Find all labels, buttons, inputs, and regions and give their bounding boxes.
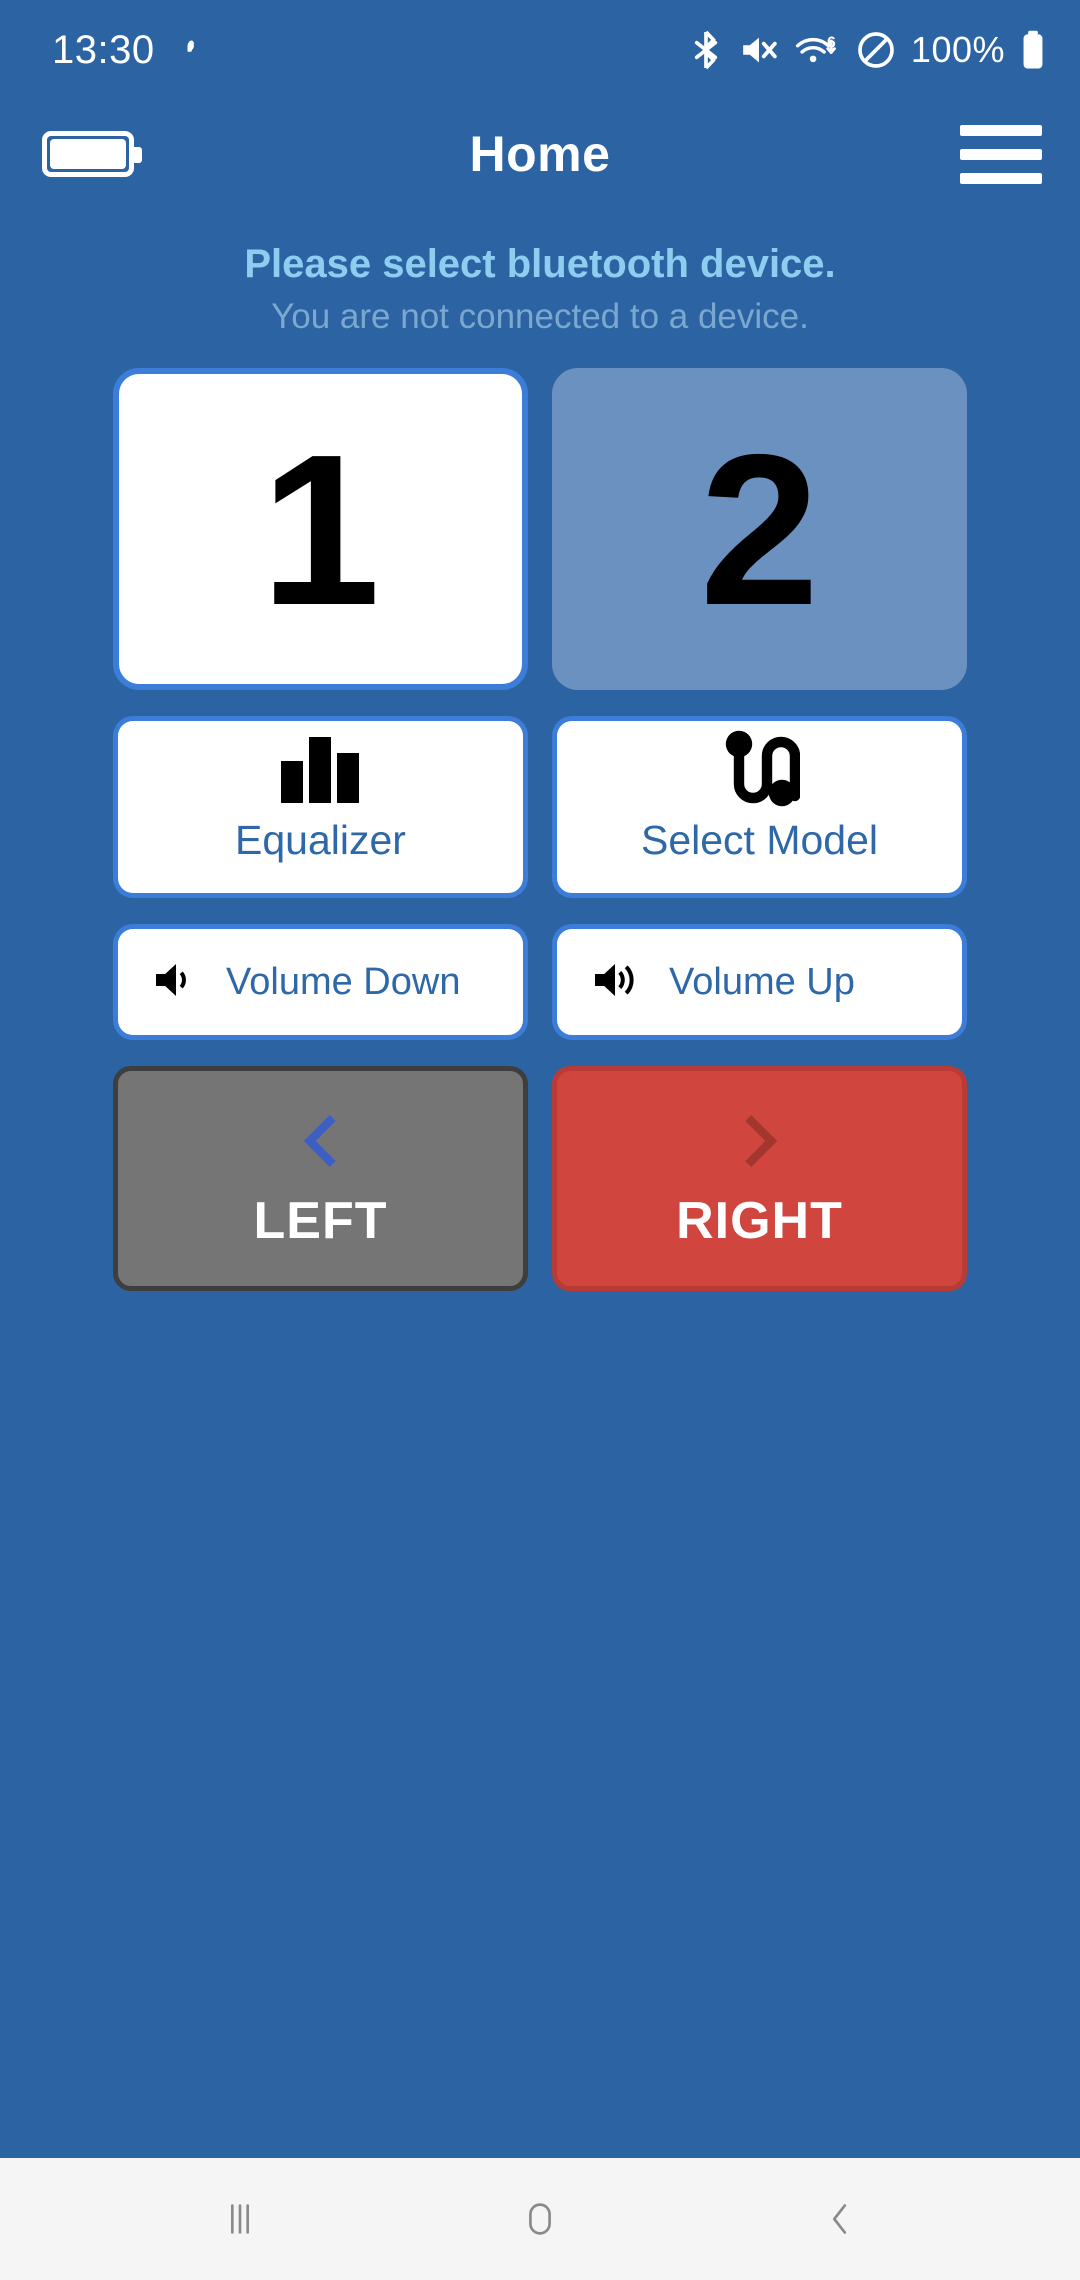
status-bar-right: 6 100% [689, 29, 1046, 71]
control-grid: 1 2 Equalizer Select Model Volume Down V… [0, 368, 1080, 1292]
right-button[interactable]: RIGHT [552, 1066, 967, 1292]
status-bar-left: 13:30 [52, 30, 209, 70]
volume-up-icon [591, 958, 643, 1007]
battery-full-horizontal-icon [42, 131, 142, 177]
page-title: Home [469, 126, 611, 182]
select-model-button[interactable]: Select Model [552, 716, 967, 899]
phone-screen: 13:30 6 100% Home Please select bluetoot… [0, 0, 1080, 2280]
battery-full-icon [1023, 30, 1043, 69]
fan-icon [187, 40, 194, 53]
chevron-right-icon [744, 1114, 777, 1167]
device-tile-2[interactable]: 2 [552, 368, 967, 691]
equalizer-cell: Equalizer [113, 716, 528, 899]
back-button[interactable] [770, 2158, 910, 2280]
status-message-primary: Please select bluetooth device. [244, 242, 836, 286]
equalizer-button[interactable]: Equalizer [113, 716, 528, 899]
volume-muted-icon [743, 37, 777, 63]
volume-row: Volume Down Volume Up [113, 924, 967, 1041]
device-tile-1[interactable]: 1 [113, 368, 528, 691]
volume-down-label: Volume Down [226, 960, 461, 1003]
battery-percent: 100% [910, 29, 1005, 70]
status-message-secondary: You are not connected to a device. [271, 296, 809, 336]
volume-up-label: Volume Up [669, 960, 855, 1003]
volume-up-cell: Volume Up [552, 924, 967, 1041]
status-bar: 13:30 6 100% [0, 0, 1080, 100]
volume-down-cell: Volume Down [113, 924, 528, 1041]
left-button[interactable]: LEFT [113, 1066, 528, 1292]
volume-down-button[interactable]: Volume Down [113, 924, 528, 1041]
do-not-disturb-icon [858, 32, 894, 68]
select-model-label: Select Model [640, 816, 878, 863]
left-label: LEFT [253, 1191, 388, 1250]
device-tile-2-cell: 2 [552, 368, 967, 691]
right-cell: RIGHT [552, 1066, 967, 1292]
feature-row: Equalizer Select Model [113, 716, 967, 899]
right-label: RIGHT [676, 1191, 843, 1250]
device-tile-row: 1 2 [113, 368, 967, 691]
bluetooth-icon [694, 30, 718, 70]
left-cell: LEFT [113, 1066, 528, 1292]
connection-messages: Please select bluetooth device. You are … [0, 240, 1080, 340]
system-nav-bar [0, 2158, 1080, 2280]
device-tile-1-cell: 1 [113, 368, 528, 691]
hamburger-menu-icon[interactable] [960, 124, 1042, 184]
home-icon [529, 2203, 551, 2235]
volume-down-icon [152, 958, 200, 1007]
recents-icon [230, 2204, 250, 2234]
wifi-6-icon: 6 [795, 35, 836, 63]
back-icon [832, 2204, 847, 2234]
home-button[interactable] [470, 2158, 610, 2280]
recents-button[interactable] [170, 2158, 310, 2280]
direction-row: LEFT RIGHT [113, 1066, 967, 1292]
chevron-left-icon [303, 1114, 336, 1167]
volume-up-button[interactable]: Volume Up [552, 924, 967, 1041]
app-bar: Home [0, 100, 1080, 208]
equalizer-label: Equalizer [235, 816, 406, 863]
headphone-curve-icon [557, 721, 962, 818]
equalizer-bars-icon [118, 721, 523, 818]
select-model-cell: Select Model [552, 716, 967, 899]
status-clock: 13:30 [52, 28, 155, 72]
